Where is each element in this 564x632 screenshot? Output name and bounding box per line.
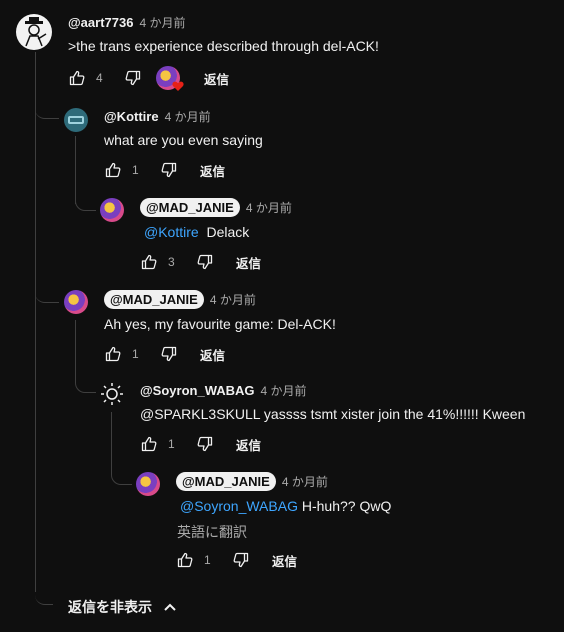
comment-actions: 1 返信 [104,344,225,364]
timestamp[interactable]: 4 か月前 [210,291,256,308]
comment-header: @aart7736 4 か月前 [68,14,185,31]
comment-actions: 3 返信 [140,252,261,272]
comment-text: @SPARKL3SKULL yassss tsmt xister join th… [140,406,526,422]
avatar[interactable] [136,472,160,496]
thumbs-up-icon [105,162,121,178]
creator-heart [156,66,184,91]
thumbs-down-icon [125,70,141,86]
comment-header: @MAD_JANIE 4 か月前 [140,198,292,217]
reply-button[interactable]: 返信 [236,435,261,454]
like-count: 1 [132,347,139,361]
thumbs-down-icon [161,162,177,178]
timestamp[interactable]: 4 か月前 [282,473,328,490]
like-button[interactable] [140,253,158,271]
timestamp[interactable]: 4 か月前 [139,14,185,31]
like-button[interactable] [104,161,122,179]
author-name[interactable]: @MAD_JANIE [176,472,276,491]
chevron-up-icon [164,603,176,611]
dislike-button[interactable] [124,69,142,87]
comment-body: Delack [206,224,250,240]
comment-body: H-huh?? QwQ [301,498,392,514]
like-count: 1 [132,163,139,177]
comment-header: @MAD_JANIE 4 か月前 [176,472,328,491]
thumbs-up-icon [141,436,157,452]
like-button[interactable] [104,345,122,363]
thread-elbow [75,192,96,211]
author-name[interactable]: @Soyron_WABAG [140,383,255,398]
comment-header: @MAD_JANIE 4 か月前 [104,290,256,309]
timestamp[interactable]: 4 か月前 [246,199,292,216]
comment-header: @Soyron_WABAG 4 か月前 [140,382,307,399]
like-count: 1 [204,553,211,567]
like-count: 1 [168,437,175,451]
thumbs-up-icon [141,254,157,270]
reply-button[interactable]: 返信 [272,551,297,570]
reply-button[interactable]: 返信 [200,161,225,180]
dislike-button[interactable] [232,551,250,569]
dislike-button[interactable] [196,435,214,453]
avatar[interactable] [16,14,52,50]
thread-elbow [35,284,59,303]
dislike-button[interactable] [196,253,214,271]
thread-elbow [35,588,53,605]
comment-actions: 1 返信 [176,550,297,570]
comment-text: @Kottire Delack [144,224,249,240]
comment-header: @Kottire 4 か月前 [104,108,211,125]
timestamp[interactable]: 4 か月前 [165,108,211,125]
author-name[interactable]: @MAD_JANIE [104,290,204,309]
thread-line-reply-4 [75,320,76,380]
kottire-avatar-icon [68,116,84,124]
mention-link[interactable]: @Kottire [144,224,199,240]
sun-avatar-icon [101,383,123,405]
comment-actions: 4 返信 [68,66,229,91]
like-button[interactable] [140,435,158,453]
thread-elbow [75,374,96,393]
hide-replies-button[interactable]: 返信を非表示 [68,597,178,617]
thumbs-up-icon [177,552,193,568]
thumbs-down-icon [197,436,213,452]
comment-text: @Soyron_WABAG H-huh?? QwQ [180,498,391,514]
author-name[interactable]: @Kottire [104,109,159,124]
like-button[interactable] [176,551,194,569]
comment-text: what are you even saying [104,132,263,148]
translate-link[interactable]: 英語に翻訳 [177,522,247,542]
comment-actions: 1 返信 [140,434,261,454]
comment-text: >the trans experience described through … [68,38,379,54]
reply-button[interactable]: 返信 [200,345,225,364]
avatar[interactable] [100,198,124,222]
avatar[interactable] [100,382,124,406]
comment-actions: 1 返信 [104,160,225,180]
thread-line-reply-5 [111,412,112,472]
heart-icon [172,81,184,91]
timestamp[interactable]: 4 か月前 [261,382,307,399]
like-button[interactable] [68,69,86,87]
like-count: 3 [168,255,175,269]
thumbs-down-icon [197,254,213,270]
author-name[interactable]: @MAD_JANIE [140,198,240,217]
thumbs-down-icon [161,346,177,362]
thread-elbow [111,466,132,485]
comment-text: Ah yes, my favourite game: Del-ACK! [104,316,336,332]
dislike-button[interactable] [160,161,178,179]
mention-link[interactable]: @Soyron_WABAG [180,498,298,514]
author-name[interactable]: @aart7736 [68,15,133,30]
thumbs-up-icon [105,346,121,362]
avatar[interactable] [64,290,88,314]
reply-button[interactable]: 返信 [204,69,229,88]
like-count: 4 [96,71,103,85]
thread-elbow [35,100,59,119]
thumbs-up-icon [69,70,85,86]
hide-replies-label: 返信を非表示 [68,599,152,615]
thread-line-main [35,52,36,592]
dislike-button[interactable] [160,345,178,363]
avatar[interactable] [64,108,88,132]
reply-button[interactable]: 返信 [236,253,261,272]
thumbs-down-icon [233,552,249,568]
cowboy-avatar-icon [25,17,47,47]
